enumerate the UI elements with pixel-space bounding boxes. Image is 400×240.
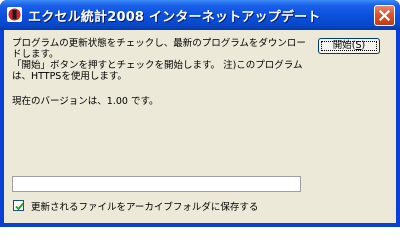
description-text: プログラムの更新状態をチェックし、最新のプログラムをダウンロードします。 「開始… [12, 38, 307, 82]
save-to-archive-label: 更新されるファイルをアーカイブフォルダに保存する [31, 202, 259, 213]
update-progress-bar [12, 176, 301, 192]
update-dialog-window: エクセル統計2008 インターネットアップデート プログラムの更新状態をチェック… [0, 0, 400, 227]
description-line-2: 「開始」ボタンを押すとチェックを開始します。 注)このプログラムは、HTTPSを… [12, 60, 303, 82]
title-bar[interactable]: エクセル統計2008 インターネットアップデート [0, 0, 400, 30]
start-button[interactable]: 開始(S) [318, 38, 380, 54]
current-version-text: 現在のバージョンは、1.00 です。 [12, 96, 159, 107]
excel-statistics-app-icon [6, 6, 23, 23]
window-title: エクセル統計2008 インターネットアップデート [28, 10, 321, 25]
checkmark-icon [15, 202, 24, 211]
close-icon [379, 10, 390, 21]
save-to-archive-checkbox[interactable] [13, 200, 24, 211]
close-button[interactable] [374, 5, 395, 26]
dialog-client-area: プログラムの更新状態をチェックし、最新のプログラムをダウンロードします。 「開始… [4, 30, 396, 223]
focus-rectangle [321, 41, 377, 51]
description-line-1: プログラムの更新状態をチェックし、最新のプログラムをダウンロードします。 [12, 38, 306, 60]
